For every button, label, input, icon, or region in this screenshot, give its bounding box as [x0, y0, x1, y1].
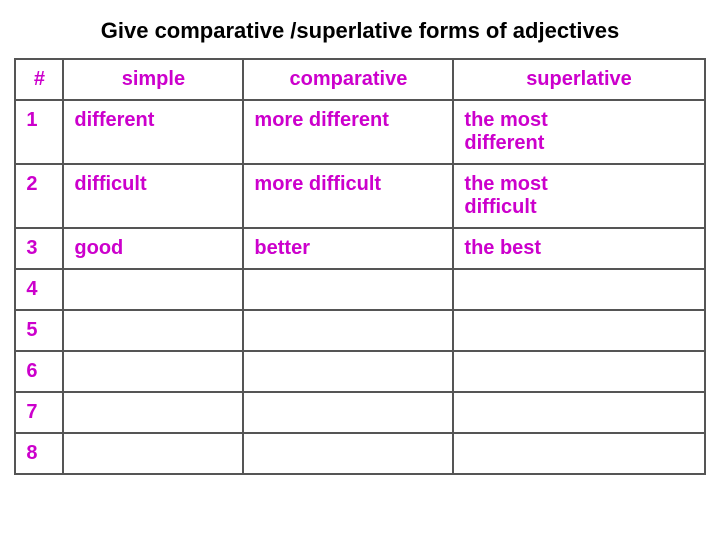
cell-comparative: [243, 310, 453, 351]
cell-superlative: [453, 433, 704, 474]
cell-num: 6: [15, 351, 63, 392]
header-superlative: superlative: [453, 59, 704, 100]
cell-comparative: more difficult: [243, 164, 453, 228]
cell-num: 1: [15, 100, 63, 164]
cell-superlative: the mostdifferent: [453, 100, 704, 164]
cell-superlative: the mostdifficult: [453, 164, 704, 228]
table-row: 8: [15, 433, 704, 474]
table-header-row: # simple comparative superlative: [15, 59, 704, 100]
cell-comparative: [243, 433, 453, 474]
table-row: 6: [15, 351, 704, 392]
cell-superlative: [453, 269, 704, 310]
table-row: 7: [15, 392, 704, 433]
cell-num: 2: [15, 164, 63, 228]
cell-simple: difficult: [63, 164, 243, 228]
cell-superlative: the best: [453, 228, 704, 269]
adjectives-table: # simple comparative superlative 1differ…: [14, 58, 705, 475]
table-row: 3goodbetterthe best: [15, 228, 704, 269]
header-num: #: [15, 59, 63, 100]
cell-num: 3: [15, 228, 63, 269]
cell-comparative: [243, 392, 453, 433]
table-row: 1differentmore differentthe mostdifferen…: [15, 100, 704, 164]
cell-superlative: [453, 310, 704, 351]
header-comparative: comparative: [243, 59, 453, 100]
page-title: Give comparative /superlative forms of a…: [0, 0, 720, 58]
cell-simple: [63, 310, 243, 351]
cell-num: 5: [15, 310, 63, 351]
cell-comparative: [243, 351, 453, 392]
cell-comparative: more different: [243, 100, 453, 164]
cell-simple: [63, 392, 243, 433]
cell-comparative: [243, 269, 453, 310]
cell-simple: different: [63, 100, 243, 164]
cell-comparative: better: [243, 228, 453, 269]
cell-simple: [63, 269, 243, 310]
cell-simple: [63, 433, 243, 474]
cell-simple: [63, 351, 243, 392]
cell-num: 7: [15, 392, 63, 433]
cell-superlative: [453, 351, 704, 392]
table-row: 5: [15, 310, 704, 351]
cell-superlative: [453, 392, 704, 433]
cell-num: 8: [15, 433, 63, 474]
table-row: 4: [15, 269, 704, 310]
header-simple: simple: [63, 59, 243, 100]
table-row: 2difficultmore difficultthe mostdifficul…: [15, 164, 704, 228]
cell-num: 4: [15, 269, 63, 310]
cell-simple: good: [63, 228, 243, 269]
